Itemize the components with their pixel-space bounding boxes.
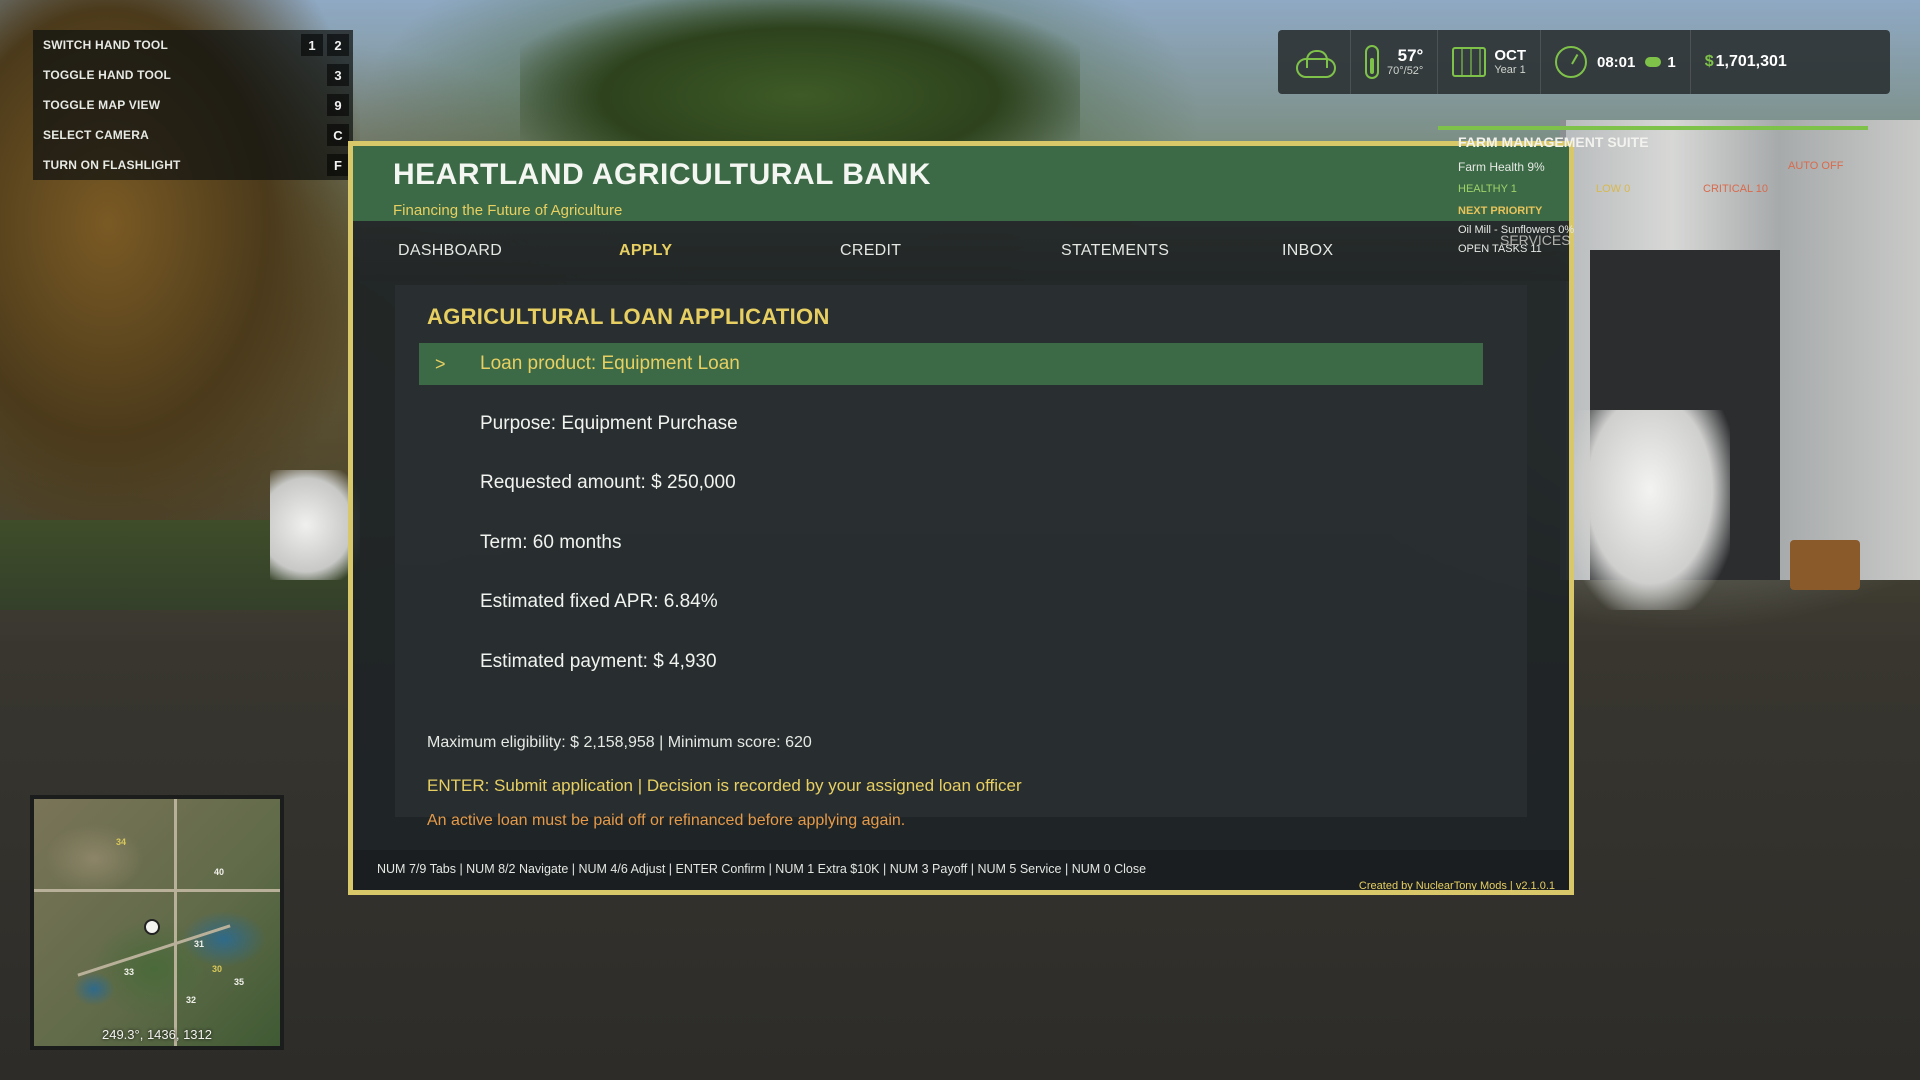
keybind-label: TURN ON FLASHLIGHT <box>43 158 181 172</box>
fms-critical-count: CRITICAL 10 <box>1703 183 1769 195</box>
keybind-label: SWITCH HAND TOOL <box>43 38 168 52</box>
minimap-road <box>34 889 280 892</box>
fms-title: FARM MANAGEMENT SUITE <box>1458 134 1649 150</box>
keybind-key: 9 <box>327 94 349 116</box>
keybind-key: 1 <box>301 34 323 56</box>
bank-window: HEARTLAND AGRICULTURAL BANK Financing th… <box>348 141 1574 895</box>
fms-auto-status[interactable]: AUTO OFF <box>1788 160 1843 172</box>
loan-field-amount[interactable]: Requested amount: $ 250,000 <box>419 462 1483 504</box>
keybind-row: SWITCH HAND TOOL 1 2 <box>33 30 353 60</box>
active-loan-warning: An active loan must be paid off or refin… <box>427 812 906 829</box>
loan-field-label: Estimated fixed APR: 6.84% <box>480 591 718 612</box>
money-icon: $ <box>1704 53 1714 70</box>
minimap[interactable]: 34 40 31 30 33 35 32 249.3°, 1436, 1312 <box>30 795 284 1050</box>
temperature-range: 70°/52° <box>1387 64 1424 77</box>
temperature-current: 57° <box>1397 45 1424 65</box>
minimap-field-label: 40 <box>214 867 225 877</box>
loan-field-payment[interactable]: Estimated payment: $ 4,930 <box>419 641 1483 683</box>
temperature-readout: 57° 70°/52° <box>1387 45 1424 78</box>
minimap-field-label: 32 <box>186 995 197 1005</box>
minimap-field-label: 31 <box>194 939 205 949</box>
background-car <box>270 470 360 580</box>
keybind-help-list: SWITCH HAND TOOL 1 2 TOGGLE HAND TOOL 3 … <box>33 30 353 180</box>
date-segment: OCT Year 1 <box>1438 30 1541 94</box>
keybind-label: SELECT CAMERA <box>43 128 149 142</box>
temperature-segment: 57° 70°/52° <box>1351 30 1439 94</box>
section-title: AGRICULTURAL LOAN APPLICATION <box>427 304 830 329</box>
tab-dashboard[interactable]: DASHBOARD <box>398 242 502 260</box>
time-speed-label: 1 <box>1667 53 1676 71</box>
loan-field-term[interactable]: Term: 60 months <box>419 522 1483 564</box>
loan-field-label: Term: 60 months <box>480 531 622 553</box>
minimap-coordinates: 249.3°, 1436, 1312 <box>101 1027 213 1042</box>
farm-management-suite: FARM MANAGEMENT SUITE Farm Health 9% AUT… <box>1438 126 1868 268</box>
money-balance: 1,701,301 <box>1715 53 1787 70</box>
submit-hint: ENTER: Submit application | Decision is … <box>427 776 1022 795</box>
fms-low-count: LOW 0 <box>1596 183 1631 195</box>
background-truck <box>1570 410 1730 610</box>
background-canopy <box>520 0 1080 160</box>
keybind-row: SELECT CAMERA C <box>33 120 353 150</box>
loan-field-purpose[interactable]: Purpose: Equipment Purchase <box>419 403 1483 445</box>
keybind-label: TOGGLE HAND TOOL <box>43 68 172 82</box>
thermometer-icon <box>1365 45 1379 79</box>
minimap-field-label: 34 <box>116 837 127 847</box>
bank-title: HEARTLAND AGRICULTURAL BANK <box>393 158 931 191</box>
minimap-field-label: 33 <box>124 967 135 977</box>
time-label: 08:01 <box>1597 53 1636 71</box>
minimap-field-label: 35 <box>234 977 245 987</box>
fms-farm-health: Farm Health 9% <box>1458 160 1545 174</box>
keybind-key: C <box>327 124 349 146</box>
loan-field-product[interactable]: > Loan product: Equipment Loan <box>419 343 1483 385</box>
eligibility-info: Maximum eligibility: $ 2,158,958 | Minim… <box>427 734 812 751</box>
minimap-field-label: 30 <box>212 964 223 974</box>
keybind-row: TURN ON FLASHLIGHT F <box>33 150 353 180</box>
loan-field-label: Estimated payment: $ 4,930 <box>480 650 717 672</box>
loan-application-card: AGRICULTURAL LOAN APPLICATION > Loan pro… <box>395 285 1527 817</box>
hud-status-bar: 57° 70°/52° OCT Year 1 08:01 1 $ 1,701,3… <box>1278 30 1890 94</box>
loan-field-label: Loan product: Equipment Loan <box>480 353 740 374</box>
calendar-icon <box>1452 47 1487 77</box>
year-label: Year 1 <box>1494 63 1526 76</box>
tab-credit[interactable]: CREDIT <box>840 242 901 260</box>
background-planter <box>1790 540 1860 590</box>
selection-arrow-icon: > <box>435 353 446 374</box>
keybind-label: TOGGLE MAP VIEW <box>43 98 161 112</box>
fms-services-label: SERVICES <box>1500 232 1571 248</box>
loan-field-list: > Loan product: Equipment Loan Purpose: … <box>419 343 1483 700</box>
tab-inbox[interactable]: INBOX <box>1282 242 1333 260</box>
bank-tabs: DASHBOARD APPLY CREDIT STATEMENTS INBOX <box>353 221 1569 281</box>
minimap-road <box>174 799 177 1046</box>
player-marker-icon <box>144 919 160 935</box>
time-segment: 08:01 1 <box>1541 30 1691 94</box>
cloud-icon <box>1292 48 1336 78</box>
tab-statements[interactable]: STATEMENTS <box>1061 242 1169 260</box>
fms-progress-bar <box>1438 126 1868 130</box>
tab-apply[interactable]: APPLY <box>619 242 672 260</box>
weather-segment <box>1278 30 1351 94</box>
bank-subtitle: Financing the Future of Agriculture <box>393 202 623 219</box>
keybind-key: 3 <box>327 64 349 86</box>
keybind-key: F <box>327 154 349 176</box>
fms-healthy-count: HEALTHY 1 <box>1458 183 1517 195</box>
date-readout: OCT Year 1 <box>1494 46 1526 77</box>
fms-next-priority: NEXT PRIORITY <box>1458 205 1543 217</box>
loan-field-label: Purpose: Equipment Purchase <box>480 412 738 434</box>
keybind-key: 2 <box>327 34 349 56</box>
mod-credit: Created by NuclearTony Mods | v2.1.0.1 <box>1358 880 1555 892</box>
bank-header: HEARTLAND AGRICULTURAL BANK Financing th… <box>353 146 1569 221</box>
keybind-row: TOGGLE MAP VIEW 9 <box>33 90 353 120</box>
keybind-row: TOGGLE HAND TOOL 3 <box>33 60 353 90</box>
loan-field-label: Requested amount: $ 250,000 <box>480 472 736 493</box>
footer-key-hints: NUM 7/9 Tabs | NUM 8/2 Navigate | NUM 4/… <box>377 862 1147 876</box>
money-segment: $ 1,701,301 <box>1691 30 1801 94</box>
time-speed-icon <box>1645 57 1662 67</box>
month-label: OCT <box>1494 46 1526 64</box>
clock-icon <box>1555 46 1587 78</box>
bank-footer: NUM 7/9 Tabs | NUM 8/2 Navigate | NUM 4/… <box>353 850 1569 892</box>
loan-field-apr[interactable]: Estimated fixed APR: 6.84% <box>419 581 1483 623</box>
